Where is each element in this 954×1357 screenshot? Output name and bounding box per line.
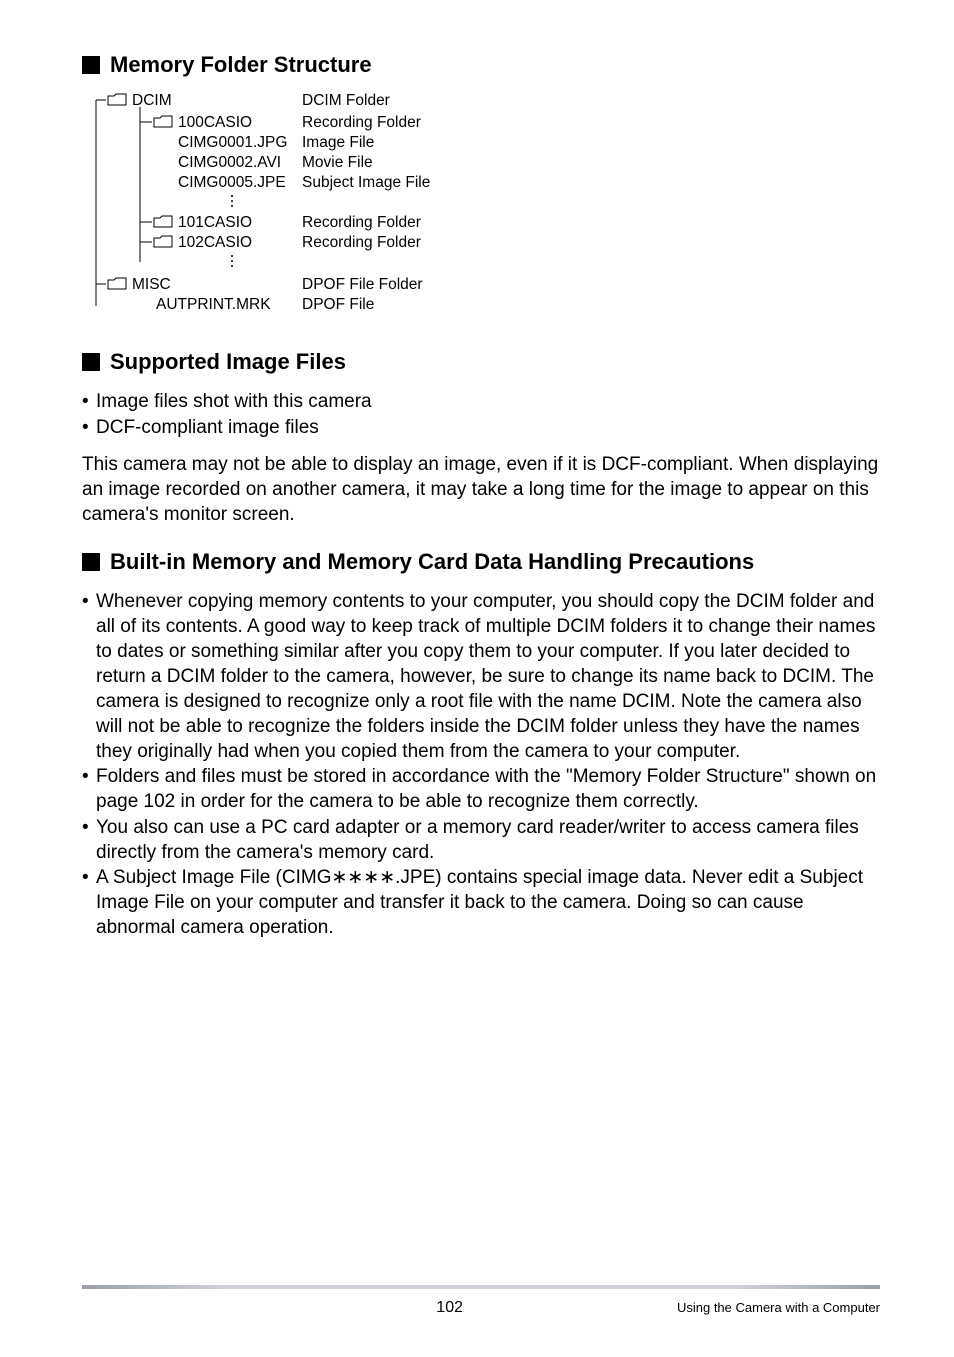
heading-supported-files: Supported Image Files xyxy=(82,349,880,375)
tree-dcim-name: DCIM xyxy=(132,92,172,109)
page-number: 102 xyxy=(82,1299,481,1317)
list-item: Image files shot with this camera xyxy=(82,389,880,414)
tree-autprint-name: AUTPRINT.MRK xyxy=(156,296,271,312)
tree-cimg2-name: CIMG0002.AVI xyxy=(178,154,281,171)
tree-cimg2-desc: Movie File xyxy=(302,154,373,171)
footer-section-label: Using the Camera with a Computer xyxy=(481,1300,880,1315)
square-bullet-icon xyxy=(82,56,100,74)
tree-cimg1-name: CIMG0001.JPG xyxy=(178,134,287,151)
tree-dcim-desc: DCIM Folder xyxy=(302,92,390,109)
tree-cimg5-desc: Subject Image File xyxy=(302,174,430,191)
tree-misc-desc: DPOF File Folder xyxy=(302,276,423,293)
footer-divider xyxy=(82,1285,880,1289)
list-item: DCF-compliant image files xyxy=(82,415,880,440)
tree-101-name: 101CASIO xyxy=(178,214,252,231)
list-item: Folders and files must be stored in acco… xyxy=(82,764,880,814)
square-bullet-icon xyxy=(82,353,100,371)
supported-paragraph: This camera may not be able to display a… xyxy=(82,452,880,527)
supported-list: Image files shot with this camera DCF-co… xyxy=(82,389,880,439)
heading-title: Memory Folder Structure xyxy=(110,52,372,78)
builtin-list: Whenever copying memory contents to your… xyxy=(82,589,880,940)
item4-prefix: A Subject Image File (CIMG xyxy=(96,867,331,888)
list-item: You also can use a PC card adapter or a … xyxy=(82,815,880,865)
tree-autprint-desc: DPOF File xyxy=(302,296,374,312)
heading-builtin-precautions: Built-in Memory and Memory Card Data Han… xyxy=(82,549,880,575)
heading-memory-structure: Memory Folder Structure xyxy=(82,52,880,78)
list-item: Whenever copying memory contents to your… xyxy=(82,589,880,765)
tree-cimg5-name: CIMG0005.JPE xyxy=(178,174,286,191)
tree-cimg1-desc: Image File xyxy=(302,134,374,151)
page-footer: 102 Using the Camera with a Computer xyxy=(0,1285,954,1317)
tree-102-desc: Recording Folder xyxy=(302,234,421,251)
tree-100-desc: Recording Folder xyxy=(302,114,421,131)
folder-tree: DCIM DCIM Folder 100CASIO Recording Fold… xyxy=(82,92,880,319)
heading-title: Built-in Memory and Memory Card Data Han… xyxy=(110,549,754,575)
tree-100-name: 100CASIO xyxy=(178,114,252,131)
tree-102-name: 102CASIO xyxy=(178,234,252,251)
square-bullet-icon xyxy=(82,553,100,571)
heading-title: Supported Image Files xyxy=(110,349,346,375)
asterisks: ∗∗∗∗ xyxy=(331,867,395,888)
tree-101-desc: Recording Folder xyxy=(302,214,421,231)
list-item: A Subject Image File (CIMG∗∗∗∗.JPE) cont… xyxy=(82,865,880,940)
tree-misc-name: MISC xyxy=(132,276,171,293)
